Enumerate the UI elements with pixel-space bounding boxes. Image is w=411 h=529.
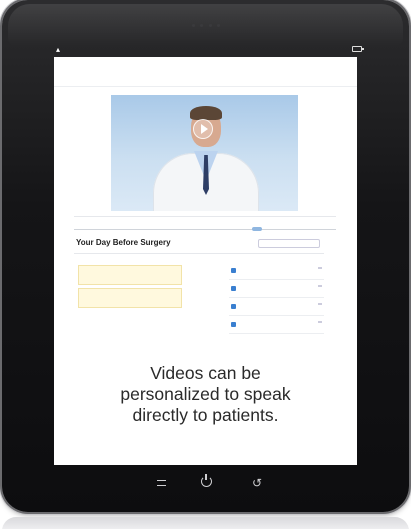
resource-item[interactable] — [229, 298, 324, 316]
app-header — [54, 57, 357, 87]
resource-badge — [318, 267, 322, 269]
menu-icon[interactable] — [157, 480, 166, 486]
camera-icon — [192, 24, 220, 28]
battery-icon — [352, 46, 364, 52]
language-select[interactable] — [258, 239, 320, 248]
play-icon[interactable] — [193, 119, 213, 139]
power-icon[interactable] — [201, 474, 212, 487]
document-icon — [231, 268, 236, 273]
title-divider — [74, 253, 324, 254]
resource-list — [229, 262, 324, 334]
back-icon[interactable]: ↺ — [252, 477, 262, 489]
status-bar: ▴ — [46, 43, 364, 57]
tab-2[interactable] — [161, 217, 248, 229]
overlay-line: Videos can be — [150, 363, 261, 383]
signal-icon: ▴ — [56, 45, 61, 54]
note-box — [78, 265, 182, 285]
content-tabs — [74, 216, 336, 230]
pencil-icon — [231, 322, 236, 327]
resource-badge — [318, 303, 322, 305]
resource-item[interactable] — [229, 316, 324, 334]
overlay-line: directly to patients. — [132, 405, 279, 425]
video-icon — [231, 286, 236, 291]
overlay-line: personalized to speak — [120, 384, 291, 404]
resource-item[interactable] — [229, 280, 324, 298]
mail-icon — [231, 304, 236, 309]
tab-progress-indicator — [252, 227, 262, 231]
tab-1[interactable] — [74, 217, 161, 229]
overlay-message: Videos can be personalized to speak dire… — [54, 363, 357, 426]
resource-badge — [318, 321, 322, 323]
resource-badge — [318, 285, 322, 287]
note-box — [78, 288, 182, 308]
tablet-screen: Your Day Before Surgery Videos can be pe… — [54, 57, 357, 465]
device-nav-bar: ↺ — [0, 474, 411, 494]
procedure-title: Your Day Before Surgery — [76, 238, 171, 247]
resource-item[interactable] — [229, 262, 324, 280]
doctor-hair — [190, 106, 222, 120]
video-player[interactable] — [111, 95, 298, 211]
device-stand-reflection — [2, 517, 409, 529]
